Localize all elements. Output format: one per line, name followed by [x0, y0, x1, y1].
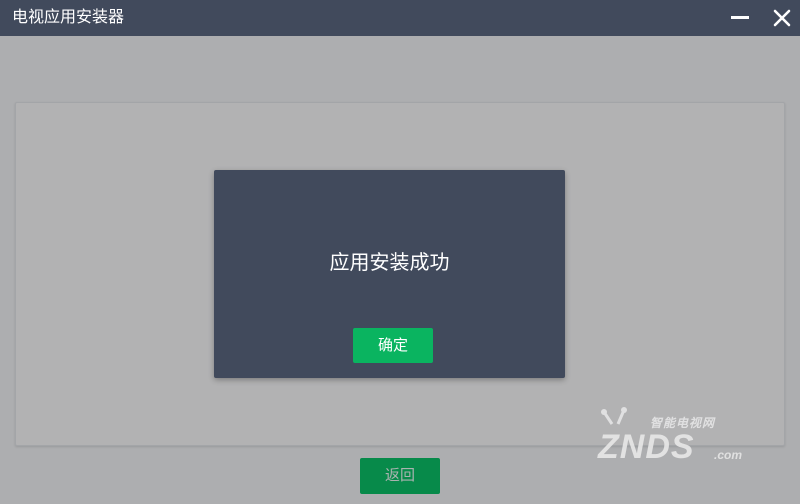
- confirm-button[interactable]: 确定: [353, 328, 433, 363]
- dialog-message: 应用安装成功: [329, 252, 450, 274]
- minimize-icon: [731, 16, 749, 19]
- watermark-domain: .com: [714, 448, 743, 462]
- watermark-brand: ZNDS: [598, 428, 695, 466]
- znds-watermark: 智能电视网 ZNDS .com: [590, 404, 770, 476]
- close-button[interactable]: [764, 0, 800, 36]
- back-button[interactable]: 返回: [360, 458, 440, 494]
- window-title: 电视应用安装器: [12, 9, 125, 26]
- close-icon: [773, 9, 791, 27]
- minimize-button[interactable]: [722, 0, 758, 36]
- install-success-dialog: 应用安装成功 确定: [214, 170, 565, 378]
- title-bar: 电视应用安装器: [0, 0, 800, 36]
